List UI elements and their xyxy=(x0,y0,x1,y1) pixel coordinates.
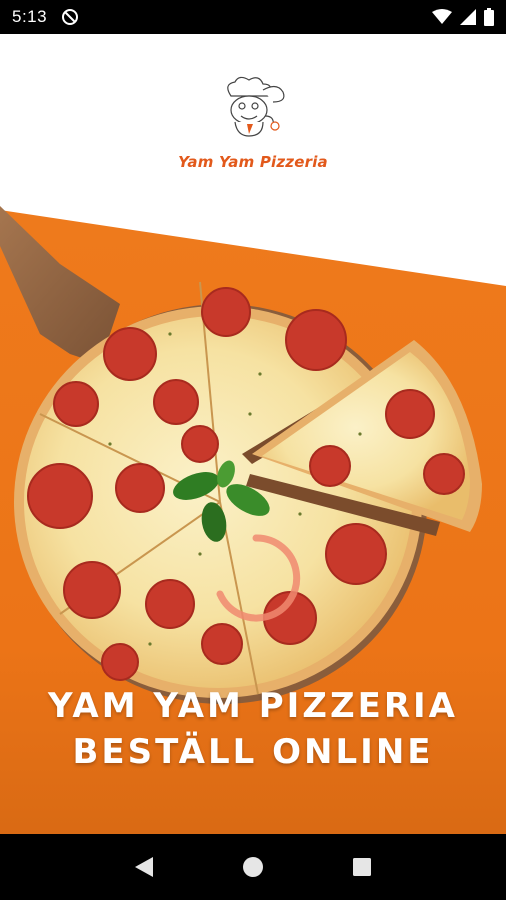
home-circle-icon xyxy=(242,857,263,877)
recents-button[interactable] xyxy=(342,847,382,887)
home-button[interactable] xyxy=(233,847,273,887)
circular-progress-icon xyxy=(216,534,301,622)
wifi-icon xyxy=(432,9,452,25)
splash-screen: Yam Yam Pizzeria YAM YAM PIZZERIA BESTÄL… xyxy=(0,34,506,834)
headline-line-2: BESTÄLL ONLINE xyxy=(72,732,434,772)
sync-disabled-icon xyxy=(61,8,79,26)
recents-square-icon xyxy=(352,858,371,876)
back-button[interactable] xyxy=(124,847,164,887)
back-triangle-icon xyxy=(135,857,154,877)
status-time: 5:13 xyxy=(12,7,48,26)
battery-icon xyxy=(484,8,494,26)
status-bar: 5:13 xyxy=(0,0,506,34)
cellular-signal-icon xyxy=(460,9,476,25)
headline-line-1: YAM YAM PIZZERIA xyxy=(48,686,458,726)
navigation-bar xyxy=(0,834,506,900)
